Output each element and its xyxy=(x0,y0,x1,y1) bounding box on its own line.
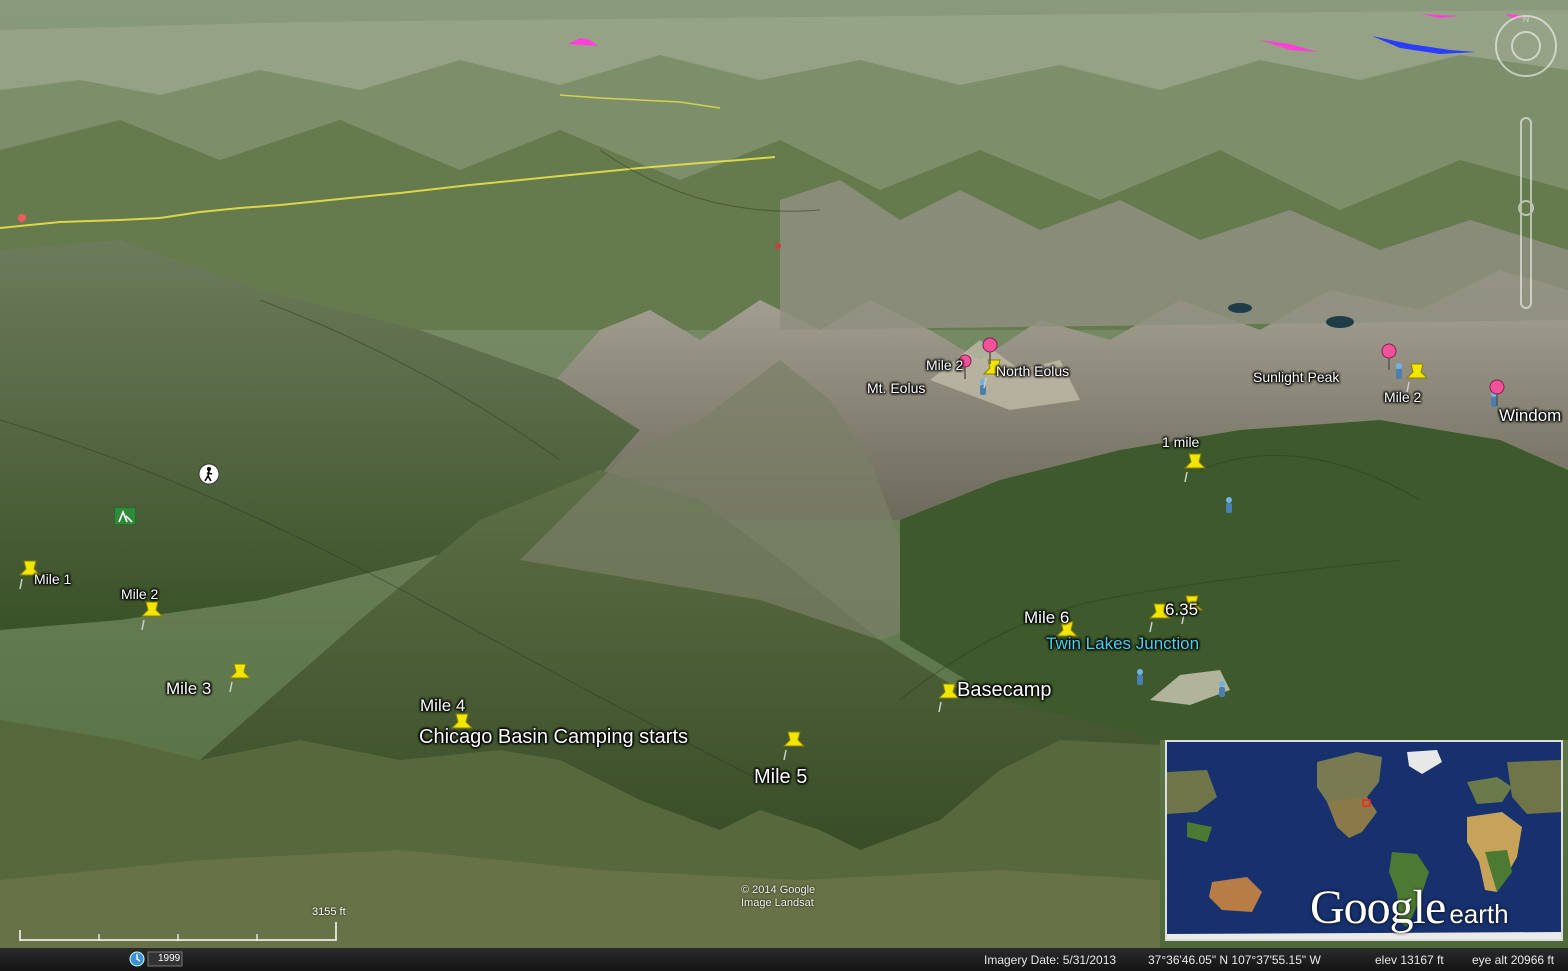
placemark-label-mile4[interactable]: Mile 4 xyxy=(420,697,465,714)
status-bar: 1999 Imagery Date: 5/31/2013 37°36'46.05… xyxy=(0,948,1568,971)
svg-text:N: N xyxy=(1523,14,1530,24)
coordinates-readout: 37°36'46.05" N 107°37'55.15" W xyxy=(1148,953,1321,967)
pushpin-yellow-icon[interactable] xyxy=(782,728,808,762)
placemark-label-mt-eolus[interactable]: Mt. Eolus xyxy=(867,381,925,395)
placemark-label-mile2[interactable]: Mile 2 xyxy=(121,587,158,601)
historical-imagery-year[interactable]: 1999 xyxy=(158,953,180,964)
pushpin-pink-icon[interactable] xyxy=(1487,378,1507,408)
logo-google-text: Google xyxy=(1310,881,1446,934)
placemark-label-mile2-sunlight[interactable]: Mile 2 xyxy=(1384,390,1421,404)
placemark-label-north-eolus[interactable]: North Eolus xyxy=(996,364,1069,378)
placemark-label-mile2-eolus[interactable]: Mile 2 xyxy=(926,358,963,372)
placemark-label-mile5[interactable]: Mile 5 xyxy=(754,767,807,787)
camping-icon[interactable] xyxy=(1134,668,1146,686)
placemark-label-basecamp[interactable]: Basecamp xyxy=(957,680,1052,700)
copyright-line-1: © 2014 Google xyxy=(741,884,816,896)
scale-bar xyxy=(19,922,337,941)
placemark-label-twin-lakes[interactable]: Twin Lakes Junction xyxy=(1046,635,1199,652)
imagery-date: Imagery Date: 5/31/2013 xyxy=(984,953,1117,967)
pushpin-pink-icon[interactable] xyxy=(1379,342,1399,372)
map-view[interactable]: N Mile 1 Mile 2 Mile 3 Mile 4 Chicago Ba… xyxy=(0,0,1568,971)
elevation-readout: elev 13167 ft xyxy=(1375,953,1444,967)
trailhead-icon[interactable] xyxy=(114,507,136,525)
placemark-label-sunlight-peak[interactable]: Sunlight Peak xyxy=(1253,370,1339,384)
imagery-copyright: © 2014 Google Image Landsat xyxy=(741,884,815,910)
placemark-label-6-35[interactable]: 6.35 xyxy=(1165,601,1198,618)
copyright-line-2: Image Landsat xyxy=(741,897,814,909)
placemark-label-windom[interactable]: Windom xyxy=(1499,407,1561,424)
scale-label: 3155 ft xyxy=(312,906,346,918)
placemark-label-chicago-basin[interactable]: Chicago Basin Camping starts xyxy=(419,727,688,747)
google-earth-logo: Google earth xyxy=(1310,880,1509,935)
logo-earth-text: earth xyxy=(1449,899,1509,929)
placemark-label-mile3[interactable]: Mile 3 xyxy=(166,680,211,697)
camping-icon[interactable] xyxy=(1223,496,1235,514)
hiker-icon[interactable] xyxy=(198,463,220,485)
placemark-label-one-mile[interactable]: 1 mile xyxy=(1162,435,1199,449)
pushpin-yellow-icon[interactable] xyxy=(228,660,254,694)
placemark-label-mile1[interactable]: Mile 1 xyxy=(34,572,71,586)
pushpin-pink-icon[interactable] xyxy=(980,336,1000,366)
eye-altitude-readout: eye alt 20966 ft xyxy=(1472,953,1555,967)
pushpin-yellow-icon[interactable] xyxy=(1183,450,1209,484)
pushpin-yellow-icon[interactable] xyxy=(140,598,166,632)
navigation-control[interactable]: N xyxy=(1488,8,1564,338)
camping-icon[interactable] xyxy=(1216,680,1228,698)
placemark-label-mile6[interactable]: Mile 6 xyxy=(1024,609,1069,626)
